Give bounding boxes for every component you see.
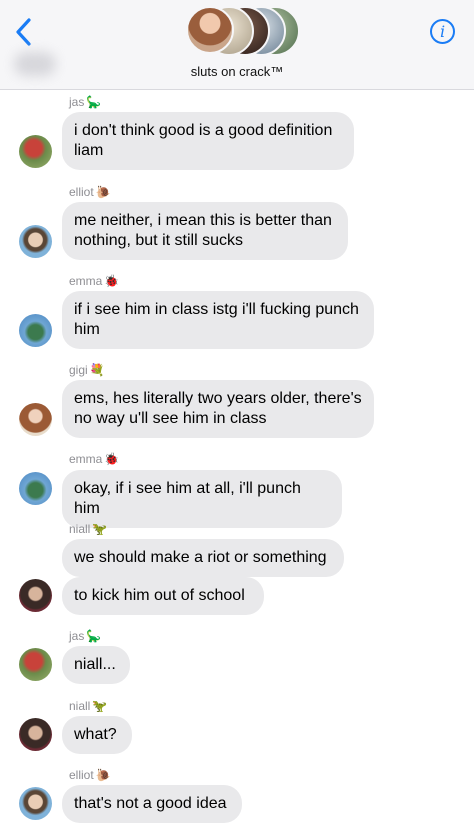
t-rex-emoji-icon: 🦖	[92, 522, 108, 536]
avatar-jas[interactable]	[19, 135, 52, 168]
message-bubble[interactable]: what?	[62, 716, 132, 754]
message-bubble[interactable]: to kick him out of school	[62, 577, 264, 615]
group-avatar-stack[interactable]	[186, 6, 300, 56]
sender-label: jas 🦕	[69, 629, 102, 643]
chevron-left-icon	[16, 18, 31, 46]
sender-label: emma 🐞	[69, 274, 120, 288]
ladybug-emoji-icon: 🐞	[104, 452, 120, 466]
sender-label: gigi 💐	[69, 363, 105, 377]
sender-label: elliot 🐌	[69, 768, 111, 782]
sender-label: niall 🦖	[69, 522, 108, 536]
back-button[interactable]	[10, 14, 40, 50]
group-title[interactable]: sluts on crack™	[0, 64, 474, 79]
avatar-emma[interactable]	[19, 472, 52, 505]
sender-label: jas 🦕	[69, 95, 102, 109]
info-button[interactable]: i	[430, 19, 455, 44]
message-bubble[interactable]: me neither, i mean this is better than n…	[62, 202, 348, 260]
snail-emoji-icon: 🐌	[95, 185, 111, 199]
group-member-avatar	[186, 6, 234, 54]
avatar-jas[interactable]	[19, 648, 52, 681]
message-bubble[interactable]: okay, if i see him at all, i'll punch hi…	[62, 470, 342, 528]
message-bubble[interactable]: we should make a riot or something	[62, 539, 344, 577]
dinosaur-emoji-icon: 🦕	[86, 629, 102, 643]
message-bubble[interactable]: that's not a good idea	[62, 785, 242, 823]
avatar-gigi[interactable]	[19, 403, 52, 436]
dinosaur-emoji-icon: 🦕	[86, 95, 102, 109]
ladybug-emoji-icon: 🐞	[104, 274, 120, 288]
sender-label: emma 🐞	[69, 452, 120, 466]
avatar-emma[interactable]	[19, 314, 52, 347]
bouquet-emoji-icon: 💐	[89, 363, 105, 377]
message-thread: jas 🦕 i don't think good is a good defini…	[0, 90, 474, 832]
avatar-elliot[interactable]	[19, 225, 52, 258]
message-bubble[interactable]: if i see him in class istg i'll fucking …	[62, 291, 374, 349]
avatar-niall[interactable]	[19, 718, 52, 751]
info-icon: i	[439, 22, 446, 41]
sender-label: niall 🦖	[69, 699, 108, 713]
t-rex-emoji-icon: 🦖	[92, 699, 108, 713]
snail-emoji-icon: 🐌	[95, 768, 111, 782]
sender-label: elliot 🐌	[69, 185, 111, 199]
message-bubble[interactable]: niall...	[62, 646, 130, 684]
message-bubble[interactable]: i don't think good is a good definition …	[62, 112, 354, 170]
message-bubble[interactable]: ems, hes literally two years older, ther…	[62, 380, 374, 438]
conversation-header: sluts on crack™ i	[0, 0, 474, 90]
avatar-niall[interactable]	[19, 579, 52, 612]
avatar-elliot[interactable]	[19, 787, 52, 820]
